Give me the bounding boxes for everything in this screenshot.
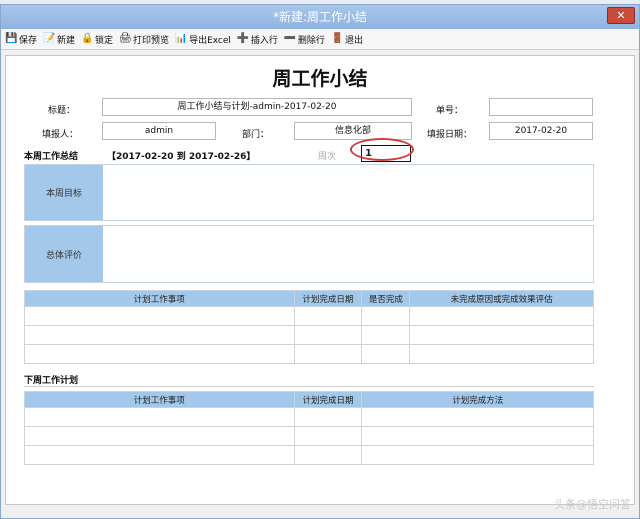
date-range: 【2017-02-20 到 2017-02-26】 (107, 152, 256, 162)
table-cell[interactable] (293, 344, 363, 364)
table-row (24, 306, 594, 326)
exit-label: 退出 (344, 35, 363, 46)
dept-field[interactable]: 信息化部 (294, 122, 412, 140)
number-label: 单号： (436, 106, 464, 116)
new-doc-icon: 📝 (43, 33, 56, 44)
title-field[interactable]: 周工作小结与计划-admin-2017-02-20 (102, 98, 412, 116)
insert-row-label: 插入行 (250, 35, 278, 46)
weekly-summary-form: 周工作小结 标题： 周工作小结与计划-admin-2017-02-20 单号： … (5, 55, 635, 505)
table-cell[interactable] (24, 445, 295, 465)
delete-row-icon: ➖ (283, 33, 297, 44)
next-week-section-title: 下周工作计划 (24, 376, 79, 386)
save-icon: 💾 (5, 33, 18, 44)
save-button[interactable]: 💾 保存 (5, 33, 37, 46)
lock-label: 锁定 (95, 35, 114, 46)
column-header: 计划完成方法 (361, 391, 594, 408)
dept-label: 部门： (242, 130, 270, 140)
weekly-goal-block[interactable]: 本周目标 (24, 164, 594, 221)
column-header: 计划完成日期 (293, 290, 363, 307)
weekly-goal-label: 本周目标 (25, 165, 103, 220)
table-cell[interactable] (361, 344, 411, 364)
table-cell[interactable] (409, 306, 594, 326)
number-field[interactable] (489, 98, 593, 116)
new-label: 新建 (57, 35, 76, 46)
table-row (24, 407, 594, 427)
dialog-window: *新建:周工作小结 ✕ 💾 保存 📝 新建 🔒 锁定 🖨 打印预览 📊 导出Excel ➕ 插入行 ➖ 删… (0, 4, 640, 519)
watermark: 头条@悟空问答 (554, 498, 631, 511)
table-cell[interactable] (361, 445, 594, 465)
table-cell[interactable] (409, 325, 594, 345)
table-cell[interactable] (409, 344, 594, 364)
excel-icon: 📊 (175, 33, 188, 44)
highlight-circle (350, 138, 414, 161)
table-cell[interactable] (24, 325, 295, 345)
print-preview-icon: 🖨 (119, 33, 132, 44)
title-label: 标题： (48, 106, 76, 116)
save-label: 保存 (19, 35, 38, 46)
column-header: 是否完成 (361, 290, 411, 307)
table-cell[interactable] (361, 407, 594, 427)
overall-evaluation-label: 总体评价 (25, 226, 103, 282)
reporter-field[interactable]: admin (102, 122, 216, 140)
column-header: 计划工作事项 (24, 290, 295, 307)
overall-evaluation-block[interactable]: 总体评价 (24, 225, 594, 283)
table-row (24, 426, 594, 446)
exit-button[interactable]: 🚪 退出 (331, 33, 363, 46)
column-header: 计划完成日期 (293, 391, 363, 408)
insert-row-icon: ➕ (236, 33, 250, 44)
report-date-label: 填报日期： (427, 130, 473, 140)
table-cell[interactable] (24, 344, 295, 364)
lock-icon: 🔒 (81, 33, 94, 44)
table-cell[interactable] (293, 445, 363, 465)
table-cell[interactable] (293, 325, 363, 345)
window-title: *新建:周工作小结 (272, 10, 368, 24)
table-cell[interactable] (24, 306, 295, 326)
table-row (24, 445, 594, 465)
table-row (24, 325, 594, 345)
close-button[interactable]: ✕ (607, 7, 635, 24)
toolbar: 💾 保存 📝 新建 🔒 锁定 🖨 打印预览 📊 导出Excel ➕ 插入行 ➖ 删除行 🚪 退出 (1, 29, 639, 50)
report-date-field[interactable]: 2017-02-20 (489, 122, 593, 140)
delete-row-label: 删除行 (297, 35, 325, 46)
table-cell[interactable] (361, 306, 411, 326)
delete-row-button[interactable]: ➖ 删除行 (284, 33, 325, 46)
print-preview-button[interactable]: 🖨 打印预览 (119, 33, 169, 46)
summary-section-title: 本周工作总结 (24, 152, 79, 162)
next-week-table: 计划工作事项 计划完成日期 计划完成方法 (24, 391, 594, 465)
column-header: 计划工作事项 (24, 391, 295, 408)
title-bar[interactable]: *新建:周工作小结 ✕ (1, 5, 639, 29)
lock-button[interactable]: 🔒 锁定 (81, 33, 113, 46)
table-cell[interactable] (24, 407, 295, 427)
new-button[interactable]: 📝 新建 (43, 33, 75, 46)
export-excel-button[interactable]: 📊 导出Excel (175, 33, 231, 46)
form-heading: 周工作小结 (272, 68, 368, 90)
table-row (24, 344, 594, 364)
week-label: 周次 (318, 152, 337, 162)
table-cell[interactable] (293, 306, 363, 326)
table-cell[interactable] (293, 426, 363, 446)
exit-icon: 🚪 (330, 33, 344, 44)
table-cell[interactable] (361, 426, 594, 446)
export-excel-label: 导出Excel (189, 35, 231, 46)
table-cell[interactable] (24, 426, 295, 446)
table-cell[interactable] (361, 325, 411, 345)
column-header: 未完成原因或完成效果评估 (409, 290, 594, 307)
print-preview-label: 打印预览 (133, 35, 170, 46)
plan-table: 计划工作事项 计划完成日期 是否完成 未完成原因或完成效果评估 (24, 290, 594, 364)
section-divider (24, 386, 594, 387)
insert-row-button[interactable]: ➕ 插入行 (237, 33, 278, 46)
reporter-label: 填报人： (42, 130, 79, 140)
table-cell[interactable] (293, 407, 363, 427)
